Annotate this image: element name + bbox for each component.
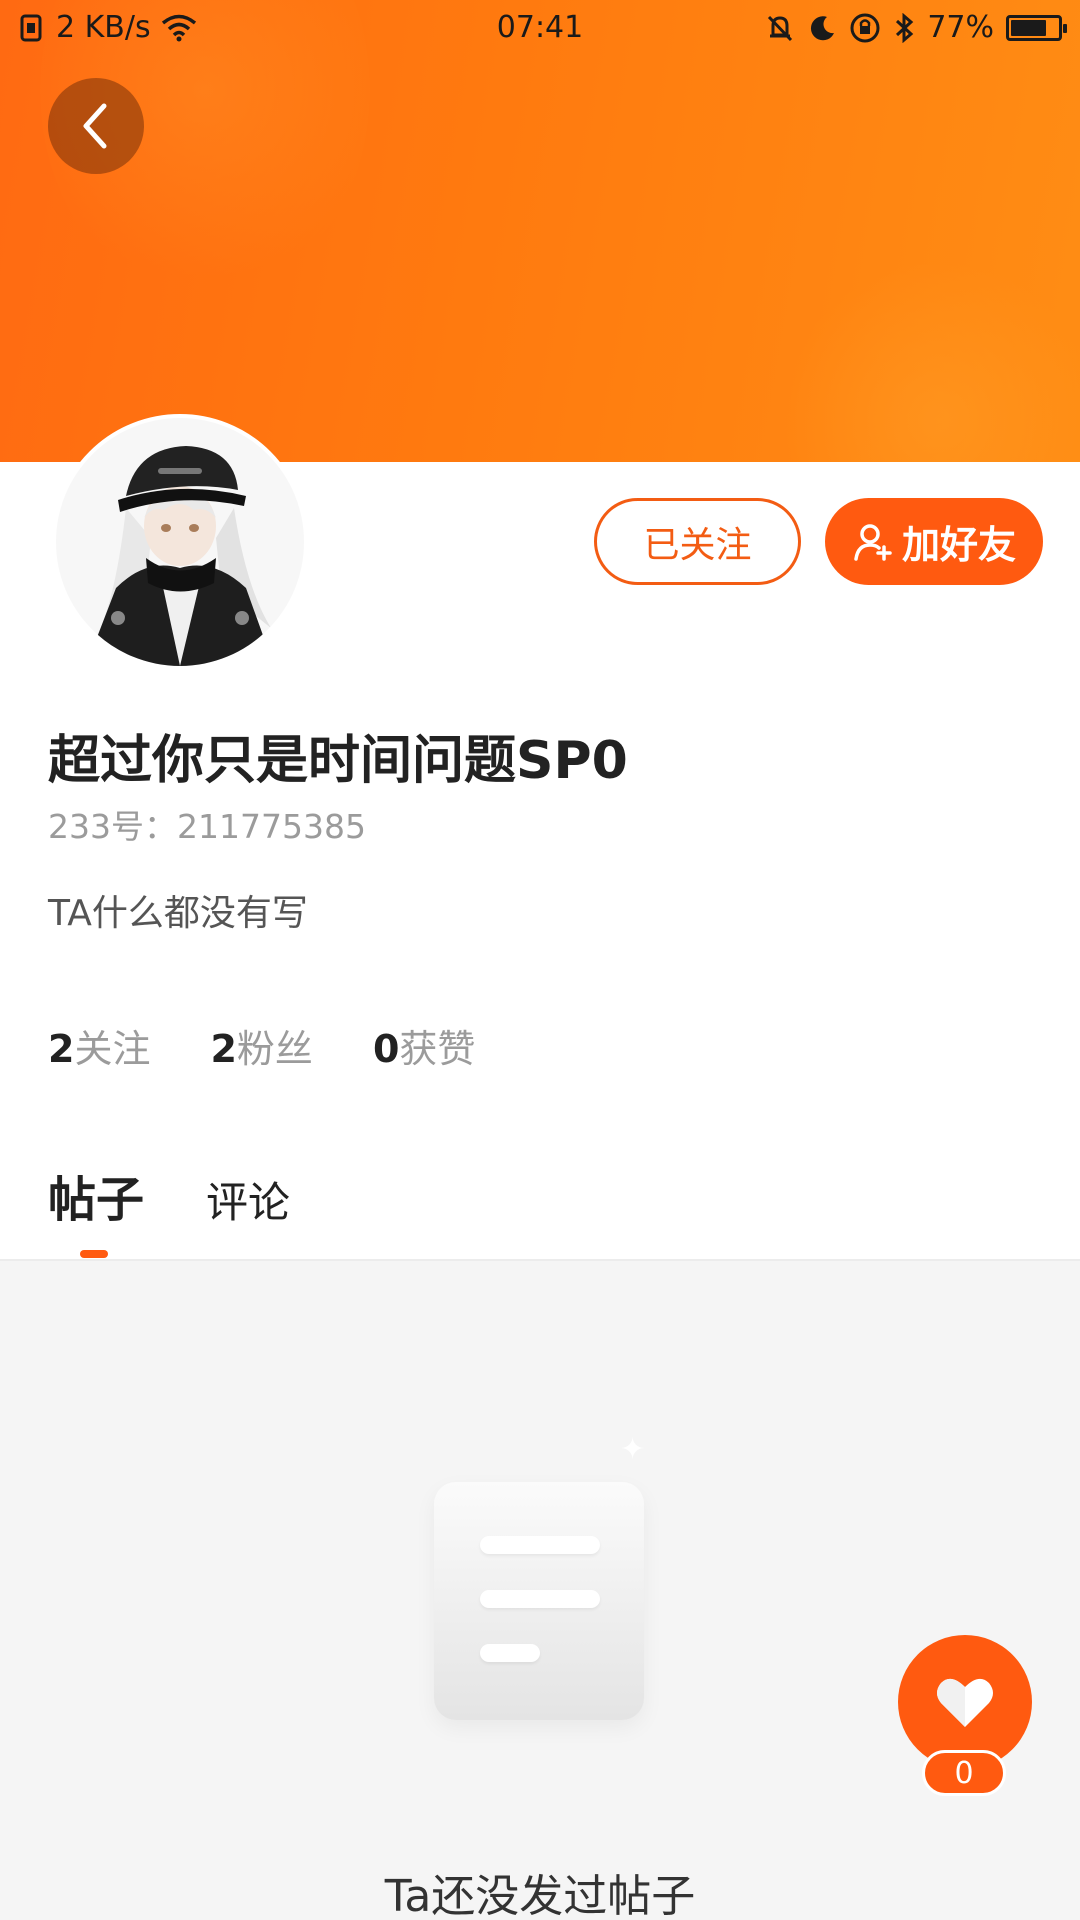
stat-label: 关注 [74,1027,151,1071]
status-bar: 2 KB/s 07:41 77% [0,0,1080,56]
stat-value: 2 [210,1027,237,1071]
status-right: 77% [765,10,1067,45]
stat-label: 获赞 [399,1027,476,1071]
add-friend-button[interactable]: 加好友 [825,498,1043,585]
tab-bar: 帖子 评论 [48,1160,290,1230]
stat-likes: 0获赞 [373,1018,475,1073]
user-id: 233号：211775385 [48,807,366,846]
battery-level-fill [1011,19,1047,36]
followed-button[interactable]: 已关注 [594,498,801,585]
back-button[interactable] [48,78,144,174]
rotation-lock-icon [850,13,880,42]
add-friend-label: 加好友 [901,523,1016,567]
battery-icon [1006,14,1067,41]
doc-line [480,1590,600,1608]
battery-percent: 77% [927,10,994,45]
sparkle-icon: ✦ [620,1432,646,1467]
stat-value: 2 [48,1027,75,1071]
moon-icon [811,15,835,40]
tab-posts[interactable]: 帖子 [48,1160,144,1230]
anime-avatar-icon [56,418,304,666]
followed-button-label: 已关注 [643,524,752,566]
mute-bell-icon [768,15,793,41]
like-count-badge: 0 [922,1750,1006,1796]
stat-value: 0 [372,1027,400,1071]
doc-line [480,1536,600,1554]
like-button[interactable] [898,1635,1032,1769]
bio: TA什么都没有写 [48,893,308,934]
empty-state-text: Ta还没发过帖子 [384,1871,696,1920]
chevron-left-icon [83,103,107,149]
header-decoration [780,260,1080,462]
heart-icon [937,1678,993,1727]
profile-header-background [0,0,1080,462]
stats-row: 2关注 2粉丝 0获赞 [48,1018,475,1073]
avatar[interactable] [52,414,308,670]
username: 超过你只是时间问题SP0 [48,731,628,791]
add-user-icon [854,523,892,561]
bluetooth-icon [896,12,914,43]
tab-indicator [80,1250,108,1258]
tab-comments[interactable]: 评论 [206,1169,290,1230]
doc-line [480,1644,540,1662]
empty-document-icon [434,1482,644,1720]
stat-following[interactable]: 2关注 [48,1018,150,1073]
stat-label: 粉丝 [236,1027,313,1071]
stat-followers[interactable]: 2粉丝 [210,1018,312,1073]
